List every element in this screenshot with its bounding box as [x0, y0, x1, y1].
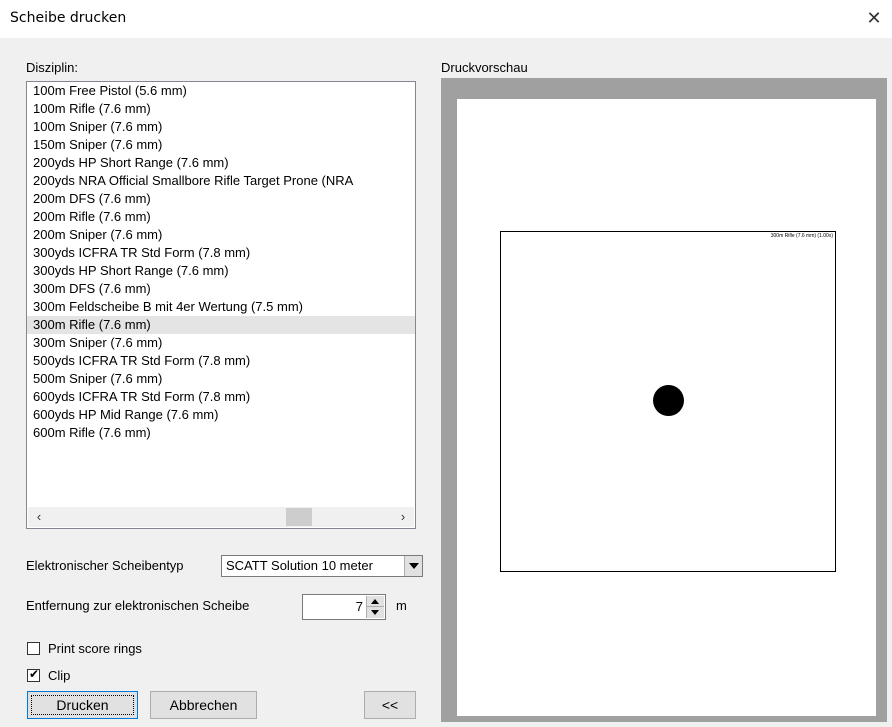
list-item[interactable]: 600m Rifle (7.6 mm) — [27, 424, 415, 442]
print-button[interactable]: Drucken — [27, 691, 138, 719]
print-score-rings-label: Print score rings — [48, 641, 142, 656]
list-item[interactable]: 500m Sniper (7.6 mm) — [27, 370, 415, 388]
target-type-value: SCATT Solution 10 meter — [226, 558, 373, 573]
chevron-left-icon: ‹ — [36, 509, 42, 524]
distance-spinner[interactable]: 7 — [302, 594, 386, 620]
chevron-right-icon: › — [400, 509, 406, 524]
list-item[interactable]: 600yds ICFRA TR Std Form (7.8 mm) — [27, 388, 415, 406]
list-item[interactable]: 300yds ICFRA TR Std Form (7.8 mm) — [27, 244, 415, 262]
arrow-up-icon[interactable] — [371, 599, 379, 604]
list-item[interactable]: 200yds NRA Official Smallbore Rifle Targ… — [27, 172, 415, 190]
target-bullseye — [653, 385, 684, 416]
list-item[interactable]: 200yds HP Short Range (7.6 mm) — [27, 154, 415, 172]
list-item[interactable]: 200m DFS (7.6 mm) — [27, 190, 415, 208]
list-item[interactable]: 300m Rifle (7.6 mm) — [27, 316, 415, 334]
list-item[interactable]: 300m Feldscheibe B mit 4er Wertung (7.5 … — [27, 298, 415, 316]
scroll-left-button[interactable]: ‹ — [28, 507, 50, 527]
clip-label: Clip — [48, 668, 71, 683]
list-item[interactable]: 300m Sniper (7.6 mm) — [27, 334, 415, 352]
window-title: Scheibe drucken — [10, 10, 127, 26]
target-type-label: Elektronischer Scheibentyp — [26, 558, 184, 573]
list-item[interactable]: 200m Rifle (7.6 mm) — [27, 208, 415, 226]
spinner-buttons[interactable] — [366, 596, 384, 618]
discipline-label: Disziplin: — [26, 60, 79, 75]
cancel-button[interactable]: Abbrechen — [150, 691, 257, 719]
collapse-button[interactable]: << — [364, 691, 416, 719]
list-item[interactable]: 100m Sniper (7.6 mm) — [27, 118, 415, 136]
horizontal-scrollbar[interactable]: ‹ › — [28, 507, 414, 527]
close-button[interactable]: ✕ — [862, 6, 886, 30]
list-item[interactable]: 100m Free Pistol (5.6 mm) — [27, 82, 415, 100]
discipline-list-items: 100m Free Pistol (5.6 mm) 100m Rifle (7.6… — [27, 82, 415, 442]
list-item[interactable]: 300yds HP Short Range (7.6 mm) — [27, 262, 415, 280]
distance-value[interactable]: 7 — [356, 599, 363, 614]
spinner-divider — [367, 606, 384, 607]
scroll-thumb[interactable] — [286, 508, 312, 526]
scroll-right-button[interactable]: › — [392, 507, 414, 527]
discipline-list[interactable]: 100m Free Pistol (5.6 mm) 100m Rifle (7.6… — [26, 81, 416, 529]
close-icon: ✕ — [866, 8, 882, 28]
checkmark-icon: ✔ — [28, 667, 40, 681]
list-item[interactable]: 200m Sniper (7.6 mm) — [27, 226, 415, 244]
list-item[interactable]: 150m Sniper (7.6 mm) — [27, 136, 415, 154]
list-item[interactable]: 600yds HP Mid Range (7.6 mm) — [27, 406, 415, 424]
dropdown-arrow-icon[interactable] — [404, 556, 422, 576]
target-caption: 300m Rifle (7.6 mm) (1.00x) — [770, 233, 833, 239]
distance-label: Entfernung zur elektronischen Scheibe — [26, 598, 250, 613]
list-item[interactable]: 500yds ICFRA TR Std Form (7.8 mm) — [27, 352, 415, 370]
list-item[interactable]: 300m DFS (7.6 mm) — [27, 280, 415, 298]
arrow-down-icon[interactable] — [371, 610, 379, 615]
distance-unit: m — [396, 598, 407, 613]
clip-checkbox[interactable]: ✔ — [27, 667, 40, 682]
preview-label: Druckvorschau — [441, 60, 528, 75]
print-score-rings-checkbox[interactable] — [27, 642, 40, 655]
target-type-select[interactable]: SCATT Solution 10 meter — [221, 555, 423, 577]
title-bar: Scheibe drucken ✕ — [0, 0, 892, 38]
list-item[interactable]: 100m Rifle (7.6 mm) — [27, 100, 415, 118]
